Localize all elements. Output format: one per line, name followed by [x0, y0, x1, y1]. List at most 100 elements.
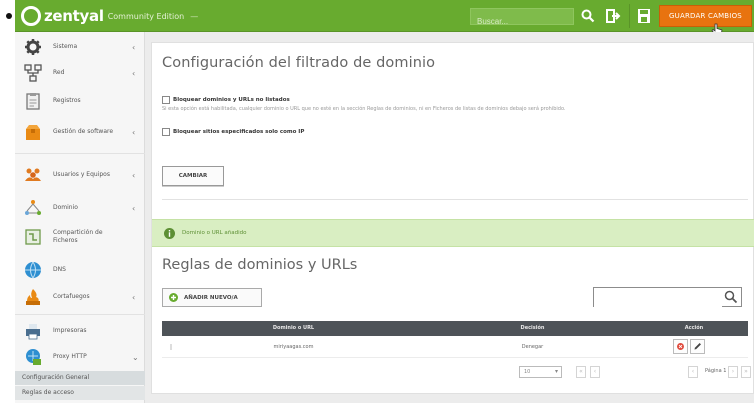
sidebar-item-label: Registros	[53, 97, 81, 104]
page-size-value: 10	[524, 369, 531, 375]
table-search-input[interactable]	[594, 292, 722, 311]
folder-share-icon	[25, 229, 41, 245]
main-content: Configuración del filtrado de dominio Bl…	[145, 32, 754, 403]
clipboard-icon	[26, 93, 40, 110]
search-icon[interactable]	[581, 9, 595, 23]
chevron-left-icon: ‹	[132, 203, 136, 213]
delete-icon[interactable]	[673, 339, 688, 354]
cell-domain-text: miriyaagas.com	[273, 344, 314, 350]
top-search-box[interactable]	[470, 8, 574, 29]
sidebar-item-dns[interactable]: DNS	[15, 257, 145, 283]
sidebar-item-label: Sistema	[53, 43, 78, 50]
content-panel: Configuración del filtrado de dominio Bl…	[151, 42, 754, 394]
zentyal-window: zentyal Community Edition — GUARDAR CAMB…	[15, 0, 754, 403]
pagination: 10 ▾ « ‹ ‹ Página 1 › »	[152, 366, 754, 380]
proxy-icon	[26, 349, 41, 365]
sidebar-item-label: Red	[53, 69, 65, 76]
users-icon	[25, 168, 41, 181]
chevron-left-icon: ‹	[132, 170, 136, 180]
column-header-decision[interactable]: Decisión	[425, 321, 640, 336]
brand-version: —	[190, 11, 199, 21]
sidebar-item-label: Cortafuegos	[53, 293, 90, 300]
column-header-action: Acción	[684, 325, 704, 331]
sidebar-item-gestion-software[interactable]: Gestión de software ‹	[15, 116, 145, 148]
block-ip-sites-checkbox[interactable]	[162, 128, 170, 136]
chevron-down-icon: ▾	[554, 368, 558, 375]
first-page-button[interactable]: «	[576, 366, 586, 378]
sidebar-item-label: DNS	[53, 266, 66, 273]
prev-page-button[interactable]: ‹	[688, 366, 698, 378]
sidebar-item-label: Gestión de software	[53, 128, 114, 135]
chevron-left-icon: ‹	[132, 127, 136, 137]
success-notice: Dominio o URL añadido	[152, 219, 754, 247]
plus-icon	[169, 293, 178, 302]
top-search-input[interactable]	[471, 14, 573, 29]
page-title: Configuración del filtrado de dominio	[162, 55, 436, 71]
chevron-down-icon: ⌄	[132, 352, 139, 362]
sidebar-item-impresoras[interactable]: Impresoras	[15, 318, 145, 344]
zentyal-logo[interactable]: zentyal Community Edition —	[21, 5, 198, 27]
rules-section-title: Reglas de dominios y URLs	[162, 257, 358, 273]
sidebar-item-registros[interactable]: Registros	[15, 88, 145, 114]
cell-actions	[640, 336, 748, 357]
brand-edition: Community Edition	[107, 11, 185, 21]
gear-icon	[25, 39, 41, 55]
info-circle-icon	[164, 228, 175, 239]
chevron-left-icon: ‹	[132, 292, 136, 302]
topbar-divider	[629, 4, 630, 28]
column-header-domain[interactable]: Dominio o URL	[162, 321, 425, 336]
firewall-icon	[26, 289, 40, 306]
table-search-box[interactable]	[593, 287, 742, 311]
prev-button[interactable]: ‹	[590, 366, 600, 378]
zentyal-logo-mark	[21, 6, 41, 26]
change-button[interactable]: CAMBIAR	[162, 166, 224, 186]
sidebar-item-label: Impresoras	[53, 327, 87, 334]
sidebar-subitem-configuracion-general[interactable]: Configuración General	[15, 371, 145, 385]
table-header: Dominio o URL Decisión Acción	[162, 321, 748, 336]
save-disk-icon	[638, 9, 650, 23]
next-page-button[interactable]: ›	[728, 366, 738, 378]
sidebar-subitem-reglas-acceso[interactable]: Reglas de acceso	[15, 386, 145, 400]
cell-domain: miriyaagas.com	[162, 336, 425, 357]
logout-icon[interactable]	[605, 8, 621, 24]
sidebar: Sistema ‹ Red ‹ Registros Gestión de sof…	[15, 32, 145, 403]
add-new-button[interactable]: AÑADIR NUEVO/A	[162, 288, 262, 307]
sidebar-item-label: Dominio	[53, 204, 78, 211]
page-size-select[interactable]: 10 ▾	[519, 366, 562, 378]
top-bar: zentyal Community Edition — GUARDAR CAMB…	[15, 0, 754, 36]
search-icon[interactable]	[724, 290, 738, 304]
last-page-button[interactable]: »	[741, 366, 751, 378]
block-unlisted-label: Bloquear dominios y URLs no listados	[173, 97, 290, 103]
list-bullet	[6, 13, 12, 19]
sidebar-item-label: Usuarios y Equipos	[53, 171, 110, 178]
sidebar-item-cortafuegos[interactable]: Cortafuegos ‹	[15, 283, 145, 311]
package-icon	[26, 125, 40, 140]
sidebar-item-label: Proxy HTTP	[53, 353, 87, 360]
block-unlisted-help: Si esta opción está habilitada, cualquie…	[162, 106, 566, 112]
block-unlisted-checkbox[interactable]	[162, 96, 170, 104]
page-label: Página 1	[705, 368, 727, 374]
table-row: miriyaagas.com Denegar	[162, 336, 748, 358]
printer-icon	[26, 324, 40, 340]
block-ip-sites-label: Bloquear sitios especificados solo como …	[173, 129, 305, 135]
sidebar-item-dominio[interactable]: Dominio ‹	[15, 195, 145, 221]
sidebar-divider	[15, 153, 145, 154]
network-icon	[24, 64, 42, 82]
sidebar-item-sistema[interactable]: Sistema ‹	[15, 34, 145, 60]
sidebar-item-comparticion-ficheros[interactable]: Compartición de Ficheros	[15, 221, 145, 253]
cell-decision: Denegar	[521, 344, 544, 350]
save-changes-button[interactable]: GUARDAR CAMBIOS	[659, 5, 752, 27]
chevron-left-icon: ‹	[132, 42, 136, 52]
notice-text: Dominio o URL añadido	[182, 230, 247, 236]
sidebar-divider	[15, 314, 145, 315]
sidebar-item-usuarios-equipos[interactable]: Usuarios y Equipos ‹	[15, 159, 145, 191]
row-drag-handle[interactable]	[170, 344, 172, 350]
sidebar-item-label: Compartición de Ficheros	[53, 229, 103, 244]
sidebar-item-proxy-http[interactable]: Proxy HTTP ⌄	[15, 344, 145, 370]
brand-name: zentyal	[44, 7, 104, 25]
add-new-label: AÑADIR NUEVO/A	[184, 294, 238, 301]
sidebar-item-red[interactable]: Red ‹	[15, 60, 145, 86]
domain-icon	[25, 200, 41, 215]
dns-icon	[25, 261, 41, 279]
edit-pencil-icon[interactable]	[690, 339, 705, 354]
